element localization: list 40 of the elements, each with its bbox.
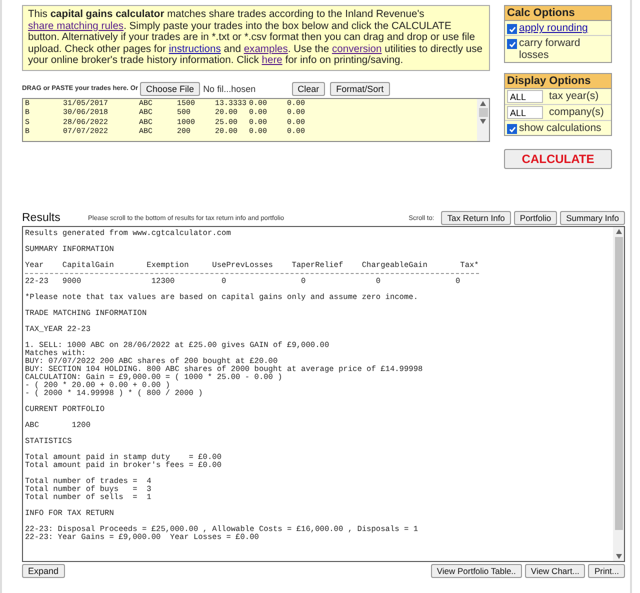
intro-text: This capital gains calculator matches share trades according to the Inland Revenue's share matching rules. Simply paste your trades into the box below and click the CALCULATE button. Alternatively if your trades are in *.txt or *.csv format then you can drag and drop or use file upload. Check other pages for instructions and examples. Use the conversion utilities to directly use your online broker's trade history information. Click here for info on printing/saving. [22, 5, 490, 70]
panel-title: Calc Options [505, 6, 611, 21]
scrollbar[interactable] [613, 227, 624, 561]
scroll-up-icon[interactable] [616, 229, 622, 234]
choose-file-button[interactable]: Choose File [140, 82, 200, 96]
action-button[interactable]: View Chart... [524, 564, 586, 578]
scroll-thumb[interactable] [614, 237, 622, 530]
checkbox[interactable] [507, 24, 517, 34]
results-box[interactable] [22, 226, 625, 562]
scrollbar[interactable] [477, 98, 489, 140]
calculate-button[interactable]: CALCULATE [504, 149, 612, 169]
link[interactable]: instructions [168, 44, 221, 54]
scroll-button[interactable]: Tax Return Info [441, 211, 511, 225]
link[interactable]: share matching rules [28, 20, 124, 32]
action-button[interactable]: Print... [588, 564, 625, 578]
toolbar-button[interactable]: Clear [292, 82, 326, 96]
option-link[interactable]: apply rounding [519, 22, 588, 34]
field-label: company(s) [549, 106, 604, 118]
link[interactable]: conversion [332, 44, 382, 54]
action-button[interactable]: View Portfolio Table.. [430, 564, 522, 578]
results-title: Results [22, 212, 62, 224]
link[interactable]: examples [244, 44, 288, 54]
link[interactable]: here [262, 55, 282, 66]
checkbox[interactable] [507, 124, 517, 134]
scroll-down-icon[interactable] [616, 554, 622, 559]
filter-field[interactable]: ALL [507, 106, 543, 119]
option-label: show calculations [519, 122, 602, 134]
file-name: No fil...hosen [203, 84, 256, 94]
panel-title: Display Options [505, 74, 611, 89]
scroll-button[interactable]: Portfolio [514, 211, 558, 225]
scroll-down-icon[interactable] [480, 118, 486, 124]
scroll-button[interactable]: Summary Info [560, 211, 625, 225]
field-label: tax year(s) [549, 90, 599, 102]
expand-button[interactable]: Expand [22, 564, 65, 578]
option-label: carry forward losses [519, 37, 582, 61]
toolbar-button[interactable]: Format/Sort [330, 82, 390, 96]
scroll-thumb[interactable] [478, 108, 488, 116]
filter-field[interactable]: ALL [507, 90, 543, 103]
scroll-up-icon[interactable] [480, 100, 486, 106]
checkbox[interactable] [507, 39, 517, 49]
